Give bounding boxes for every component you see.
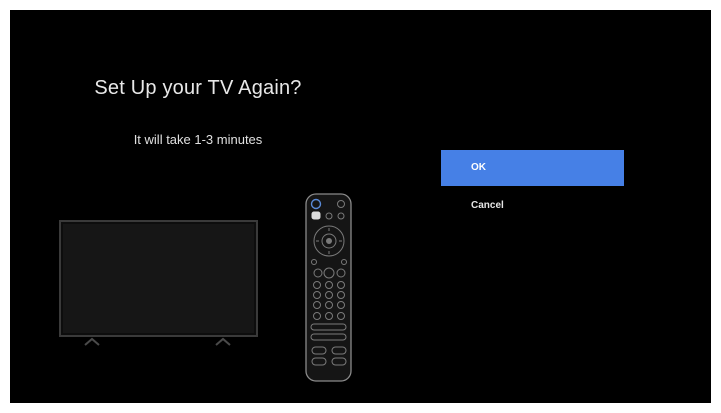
cancel-button[interactable]: Cancel xyxy=(441,195,624,217)
remote-control-icon xyxy=(305,193,352,382)
ok-button[interactable]: OK xyxy=(441,150,624,186)
tv-icon xyxy=(59,220,258,346)
setup-dialog-screen: Set Up your TV Again? It will take 1-3 m… xyxy=(10,10,711,403)
